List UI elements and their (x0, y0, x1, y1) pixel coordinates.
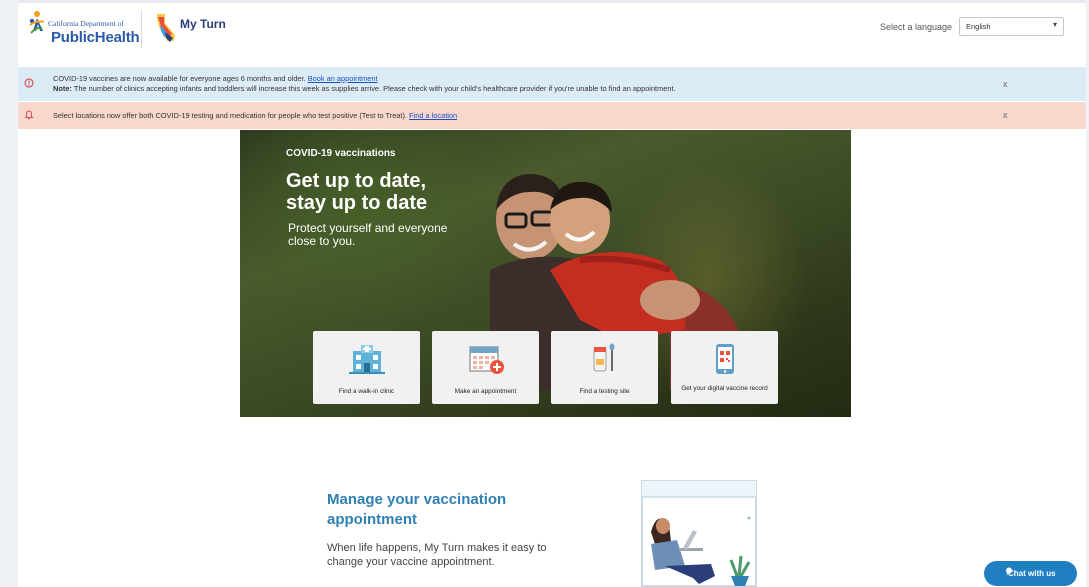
hero-title: Get up to date, stay up to date (286, 170, 428, 214)
language-selected-value: English (966, 22, 991, 31)
test-to-treat-alert: Select locations now offer both COVID-19… (18, 102, 1086, 129)
cdph-department-text: California Department of (48, 19, 124, 28)
close-alert-button[interactable]: x (1003, 79, 1008, 89)
find-testing-site-label: Find a testing site (579, 388, 630, 395)
alert-message: COVID-19 vaccines are now available for … (53, 74, 676, 94)
digital-vaccine-record-card[interactable]: Get your digital vaccine record (671, 331, 778, 404)
chat-label: Chat with us (1008, 569, 1056, 578)
chevron-down-icon: ▾ (1052, 20, 1057, 29)
qr-phone-icon (716, 344, 734, 374)
language-label: Select a language (880, 22, 953, 32)
clinic-building-icon (349, 345, 385, 374)
hero-subtitle: Protect yourself and everyone close to y… (288, 221, 448, 248)
find-walk-in-clinic-card[interactable]: Find a walk-in clinic (313, 331, 420, 404)
site-header: California Department of PublicHealth My… (18, 3, 1086, 63)
make-appointment-label: Make an appointment (454, 388, 517, 395)
alert-line1-text: COVID-19 vaccines are now available for … (53, 74, 306, 83)
myturn-wordmark: My Turn (180, 17, 226, 31)
woman-laptop-illustration (641, 480, 757, 587)
hero-banner: COVID-19 vaccinations Get up to date, st… (240, 130, 851, 417)
book-appointment-link[interactable]: Book an appointment (308, 74, 378, 83)
alert-text: Select locations now offer both COVID-19… (53, 111, 407, 120)
find-walk-in-clinic-label: Find a walk-in clinic (338, 388, 395, 395)
language-select[interactable]: English ▾ (959, 17, 1064, 36)
window-left-edge (0, 0, 18, 587)
logo-divider (141, 10, 142, 48)
california-state-icon (157, 14, 175, 42)
alert-line2-text: The number of clinics accepting infants … (73, 84, 676, 93)
alert-message: Select locations now offer both COVID-19… (53, 111, 457, 121)
find-location-link[interactable]: Find a location (409, 111, 457, 120)
digital-vaccine-record-label: Get your digital vaccine record (681, 385, 768, 392)
test-tube-icon (593, 343, 615, 372)
vaccine-availability-alert: COVID-19 vaccines are now available for … (18, 67, 1086, 101)
find-testing-site-card[interactable]: Find a testing site (551, 331, 658, 404)
alert-circle-icon (24, 78, 34, 88)
manage-appointment-heading: Manage your vaccination appointment (327, 491, 507, 528)
cdph-logo[interactable]: California Department of PublicHealth (28, 7, 140, 47)
make-appointment-card[interactable]: Make an appointment (432, 331, 539, 404)
bell-icon (24, 110, 34, 120)
manage-appointment-text: When life happens, My Turn makes it easy… (327, 542, 547, 568)
calendar-add-icon (469, 346, 504, 374)
myturn-logo[interactable]: My Turn (155, 9, 235, 45)
close-alert-button[interactable]: x (1003, 110, 1008, 120)
hero-eyebrow: COVID-19 vaccinations (286, 148, 396, 159)
cdph-public-health-text: PublicHealth (51, 29, 140, 46)
chat-with-us-button[interactable]: Chat with us (984, 561, 1077, 586)
note-label: Note: (53, 84, 72, 93)
